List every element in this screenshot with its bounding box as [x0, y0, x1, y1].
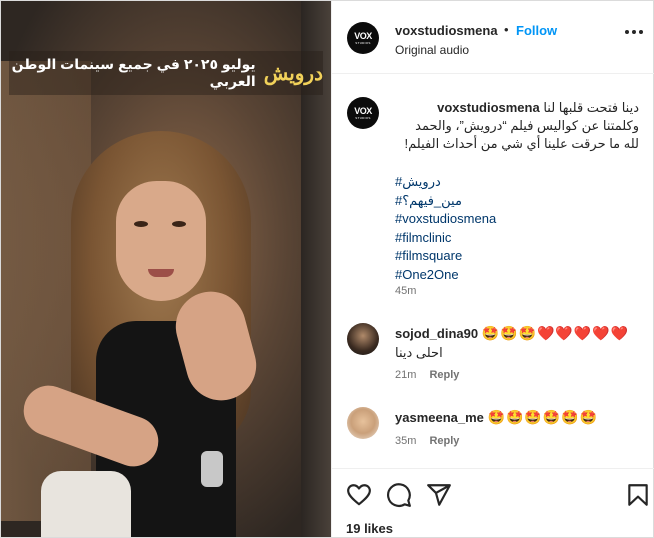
avatar-logo-subtext: STUDIOS	[355, 115, 371, 120]
wrist-watch	[201, 451, 223, 487]
white-cloth	[41, 471, 131, 537]
post-video[interactable]: يوليو ٢٠٢٥ في جميع سينمات الوطن العربي د…	[1, 1, 331, 537]
avatar-logo-text: VOX	[354, 105, 372, 116]
film-logo: درويش	[263, 61, 323, 85]
comment-username-text: sojod_dina90	[395, 326, 479, 341]
comments-scroll-area[interactable]: VOX STUDIOS دينا فتحت قلبها لنا voxstudi…	[332, 75, 654, 467]
original-audio-link[interactable]: Original audio	[395, 43, 469, 57]
heart-icon[interactable]	[346, 482, 372, 508]
caption-line: دينا فتحت قلبها لنا voxstudiosmena	[395, 99, 639, 117]
caption-line: وكلمتنا عن كواليس فيلم “درويش”، والحمد	[415, 118, 639, 133]
comment-text: احلى دينا	[395, 345, 443, 360]
caption-username[interactable]: voxstudiosmena	[437, 100, 540, 115]
share-icon[interactable]	[426, 482, 452, 508]
avatar-logo-subtext: STUDIOS	[355, 40, 371, 45]
caption-text: دينا فتحت قلبها لنا voxstudiosmena وكلمت…	[395, 99, 639, 153]
separator-dot: •	[504, 22, 509, 37]
more-dot	[632, 30, 636, 34]
more-dot	[639, 30, 643, 34]
comment-timestamp[interactable]: 35m	[395, 435, 416, 447]
person-eye-right	[172, 221, 186, 227]
account-avatar[interactable]: VOX STUDIOS	[347, 22, 379, 54]
more-options-icon[interactable]	[625, 30, 643, 36]
comment-timestamp[interactable]: 21m	[395, 369, 416, 381]
hashtag-link[interactable]: #درويش	[395, 173, 496, 192]
comment-emoji: 🤩🤩🤩❤️❤️❤️❤️❤️	[481, 325, 630, 341]
reply-button[interactable]: Reply	[429, 435, 459, 447]
hashtag-link[interactable]: #مين_فيهم؟	[395, 192, 496, 211]
follow-button[interactable]: Follow	[516, 23, 557, 38]
caption-line-text: دينا فتحت قلبها لنا	[543, 100, 639, 115]
comment-item: sojod_dina90 🤩🤩🤩❤️❤️❤️❤️❤️ احلى دينا 21m…	[332, 323, 654, 383]
hashtag-link[interactable]: #filmclinic	[395, 229, 496, 248]
caption-avatar[interactable]: VOX STUDIOS	[347, 97, 379, 129]
reply-button[interactable]: Reply	[429, 369, 459, 381]
caption-line: لله ما حرقت علينا أي شي من أحداث الفيلم!	[404, 136, 639, 151]
caption-timestamp[interactable]: 45m	[395, 285, 416, 297]
post-header: VOX STUDIOS voxstudiosmena • Follow Orig…	[332, 1, 654, 74]
comment-meta: 35m Reply	[395, 435, 459, 447]
banner-text: يوليو ٢٠٢٥ في جميع سينمات الوطن العربي	[11, 56, 256, 89]
hashtag-link[interactable]: #One2One	[395, 266, 496, 285]
likes-count[interactable]: 19 likes	[346, 521, 393, 536]
instagram-post: يوليو ٢٠٢٥ في جميع سينمات الوطن العربي د…	[0, 0, 654, 538]
post-side-panel: VOX STUDIOS voxstudiosmena • Follow Orig…	[331, 1, 654, 537]
person-eye-left	[134, 221, 148, 227]
action-bar	[332, 468, 654, 518]
hashtag-link[interactable]: #filmsquare	[395, 247, 496, 266]
bookmark-icon[interactable]	[625, 482, 651, 508]
person-face	[116, 181, 206, 301]
comment-username-text: yasmeena_me	[395, 410, 484, 425]
comment-username[interactable]: yasmeena_me 🤩🤩🤩🤩🤩🤩	[395, 409, 598, 426]
video-banner: يوليو ٢٠٢٥ في جميع سينمات الوطن العربي د…	[9, 51, 323, 95]
avatar-logo-text: VOX	[354, 30, 372, 41]
hashtag-list: #درويش #مين_فيهم؟ #voxstudiosmena #filmc…	[395, 173, 496, 284]
comment-username[interactable]: sojod_dina90 🤩🤩🤩❤️❤️❤️❤️❤️	[395, 325, 629, 342]
comment-item: yasmeena_me 🤩🤩🤩🤩🤩🤩 35m Reply	[332, 407, 654, 467]
hashtag-link[interactable]: #voxstudiosmena	[395, 210, 496, 229]
comment-icon[interactable]	[386, 482, 412, 508]
more-dot	[625, 30, 629, 34]
comment-meta: 21m Reply	[395, 369, 459, 381]
commenter-avatar[interactable]	[347, 407, 379, 439]
person-mouth	[148, 269, 174, 277]
commenter-avatar[interactable]	[347, 323, 379, 355]
comment-emoji: 🤩🤩🤩🤩🤩🤩	[487, 409, 599, 425]
header-username[interactable]: voxstudiosmena	[395, 23, 498, 38]
